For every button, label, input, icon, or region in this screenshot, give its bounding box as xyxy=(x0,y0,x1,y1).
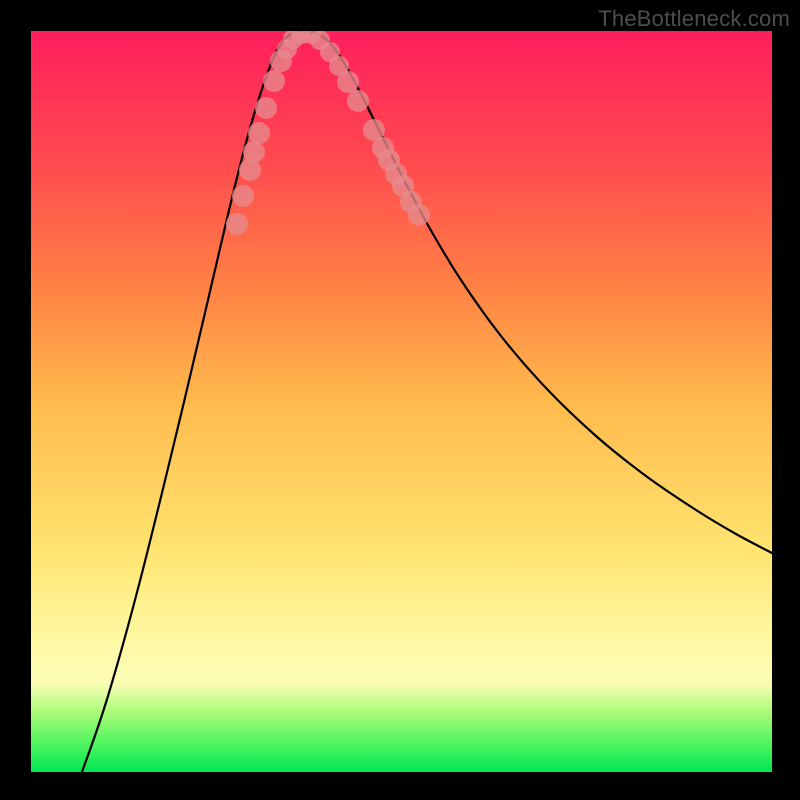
markers-layer xyxy=(31,31,772,772)
data-marker xyxy=(232,185,254,207)
chart-canvas: TheBottleneck.com xyxy=(0,0,800,800)
watermark-text: TheBottleneck.com xyxy=(598,6,790,32)
data-marker xyxy=(243,141,265,163)
data-marker xyxy=(248,122,270,144)
plot-area xyxy=(31,31,772,772)
data-marker xyxy=(337,71,359,93)
data-marker xyxy=(263,70,285,92)
data-marker xyxy=(255,97,277,119)
data-marker xyxy=(226,213,248,235)
data-marker xyxy=(347,90,369,112)
data-marker xyxy=(408,204,430,226)
